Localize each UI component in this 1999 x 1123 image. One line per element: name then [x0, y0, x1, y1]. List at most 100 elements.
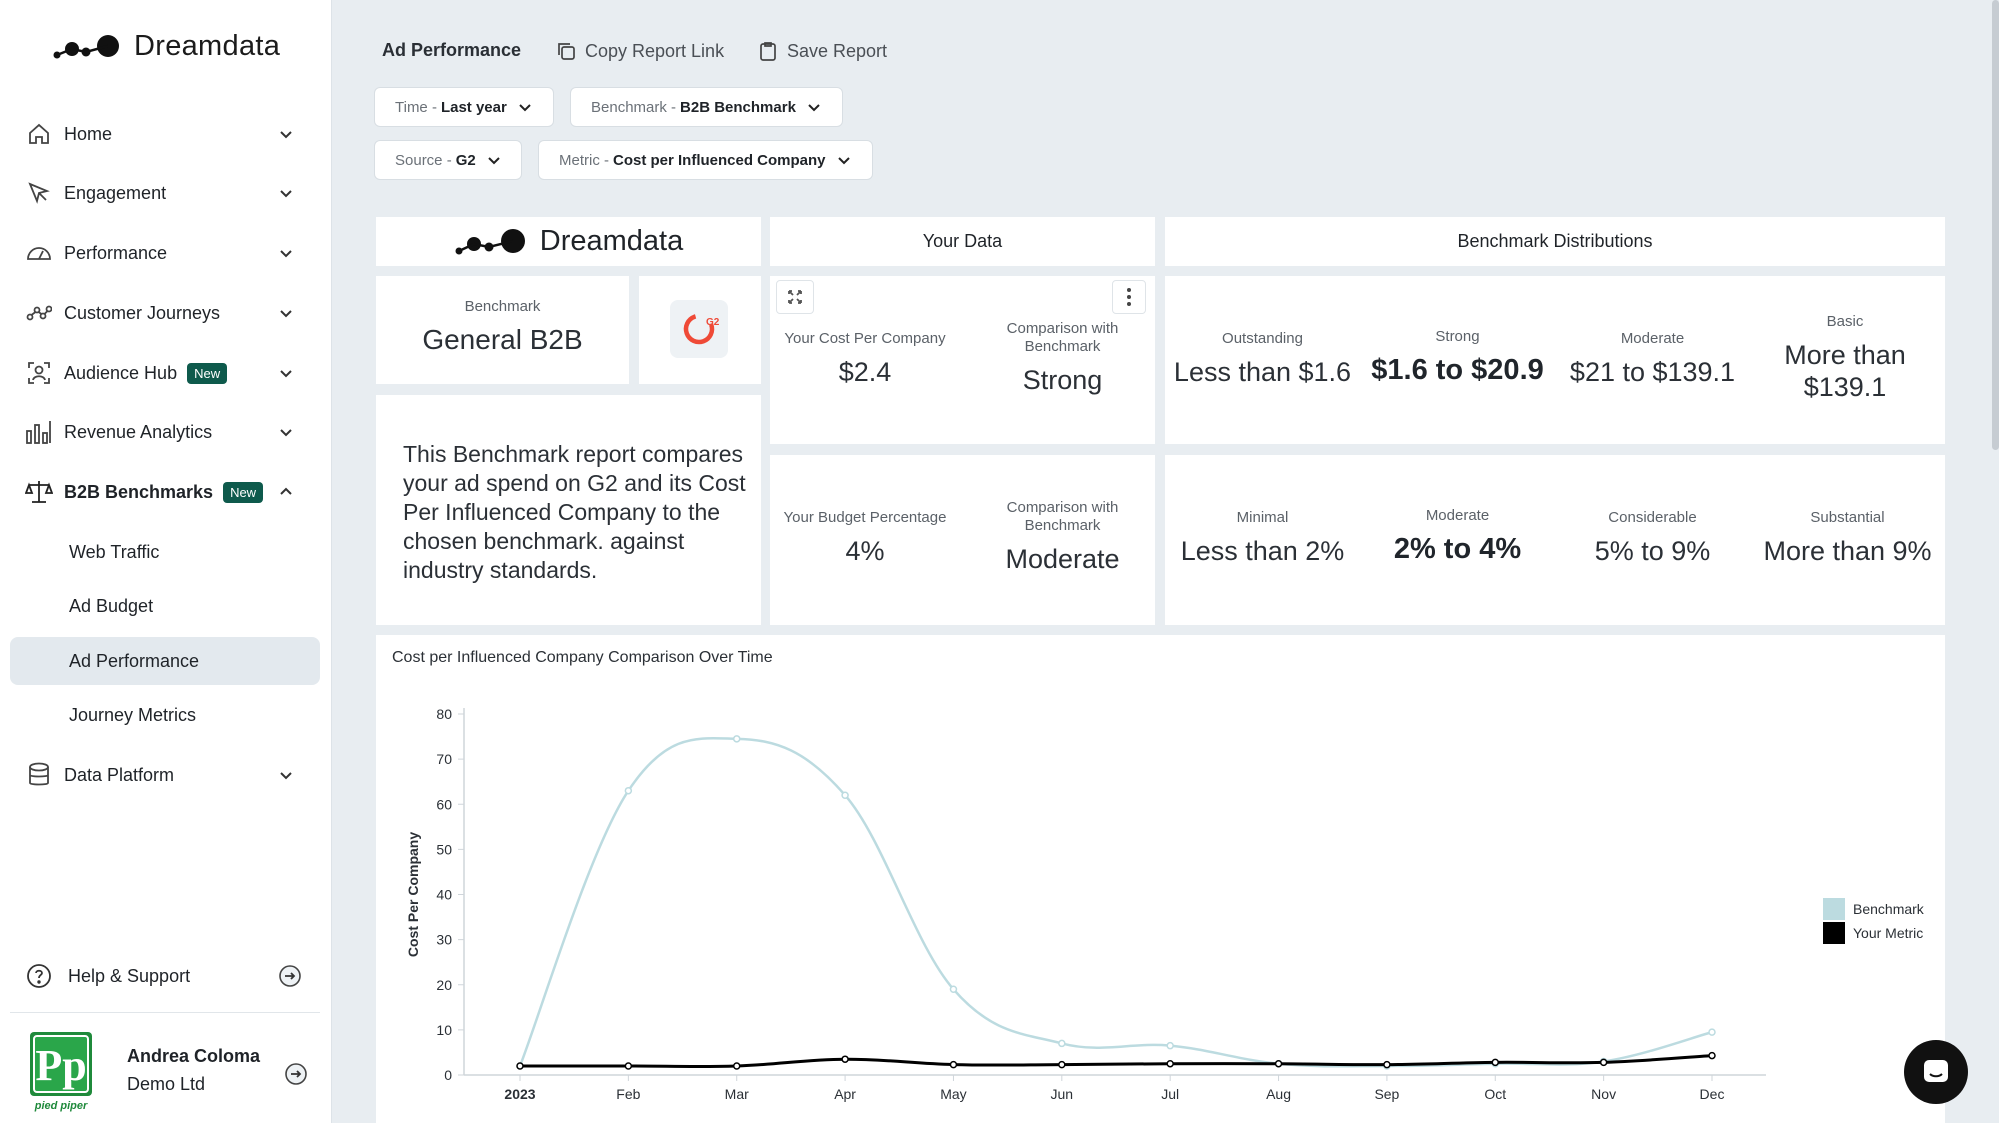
- legend-item-benchmark[interactable]: Benchmark: [1823, 898, 1924, 920]
- benchmark-filter[interactable]: Benchmark - B2B Benchmark: [570, 87, 843, 127]
- chart-panel: Cost per Influenced Company Comparison O…: [376, 635, 1945, 1123]
- x-tick-label: Sep: [1374, 1086, 1399, 1102]
- dreamdata-logo-icon: [53, 34, 119, 58]
- x-tick-label: Jun: [1051, 1086, 1074, 1102]
- data-point-your-metric: [516, 1062, 524, 1070]
- source-filter[interactable]: Source - G2: [374, 140, 522, 180]
- budget-comparison-label: Comparison with Benchmark: [1006, 499, 1119, 534]
- y-tick-label: 70: [436, 751, 452, 767]
- new-badge: New: [223, 481, 264, 503]
- benchmark-distributions-header: Benchmark Distributions: [1165, 217, 1945, 266]
- copy-icon: [558, 43, 575, 60]
- sidebar-item-performance[interactable]: Performance: [24, 231, 312, 275]
- chevron-up-icon: [280, 487, 292, 495]
- svg-text:pied piper: pied piper: [34, 1100, 88, 1112]
- sidebar-item-label: Performance: [64, 242, 168, 263]
- sidebar-item-revenue-analytics[interactable]: Revenue Analytics: [24, 410, 312, 454]
- budget-comparison-value: Moderate: [1005, 544, 1120, 574]
- scrollbar-thumb[interactable]: [1992, 0, 1999, 450]
- audience-icon: [24, 358, 54, 388]
- metric-filter[interactable]: Metric - Cost per Influenced Company: [538, 140, 873, 180]
- sidebar-item-label: Data Platform: [64, 764, 175, 785]
- data-point-benchmark: [949, 985, 958, 994]
- sidebar-item-data-platform[interactable]: Data Platform: [24, 753, 312, 797]
- more-options-button[interactable]: [1112, 280, 1146, 314]
- report-logo-panel: Dreamdata: [376, 217, 761, 266]
- copy-report-link-button[interactable]: Copy Report Link: [555, 40, 724, 62]
- sidebar-item-label: Audience Hub: [64, 362, 178, 383]
- x-tick-label: Feb: [616, 1086, 640, 1102]
- time-filter[interactable]: Time - Last year: [374, 87, 554, 127]
- sidebar-item-label: Customer Journeys: [64, 302, 221, 323]
- expand-icon: [788, 290, 802, 304]
- data-point-your-metric: [1383, 1060, 1391, 1069]
- legend-item-your-metric[interactable]: Your Metric: [1823, 922, 1923, 944]
- data-point-your-metric: [1058, 1060, 1066, 1069]
- copy-report-link-label: Copy Report Link: [585, 40, 725, 61]
- sidebar-subitem-ad-performance[interactable]: Ad Performance: [10, 637, 320, 685]
- filter-value: G2: [455, 151, 476, 169]
- your-data-header: Your Data: [770, 217, 1155, 266]
- distribution-label: Moderate: [1425, 507, 1490, 524]
- sidebar-item-engagement[interactable]: Engagement: [24, 171, 312, 215]
- help-support-link[interactable]: Help & Support: [24, 954, 312, 998]
- benchmark-value: General B2B: [422, 324, 583, 355]
- data-point-benchmark: [841, 791, 849, 799]
- arrow-right-circle-icon[interactable]: [284, 1062, 308, 1086]
- your-cost-value: $2.4: [838, 357, 892, 387]
- cost-comparison-value: Strong: [1022, 365, 1103, 395]
- cost-distribution-card: Outstanding Less than $1.6 Strong $1.6 t…: [1165, 276, 1945, 444]
- user-org: Demo Ltd: [127, 1074, 206, 1094]
- sidebar-item-label: B2B Benchmarks: [64, 481, 214, 502]
- filter-prefix: Source -: [395, 151, 452, 169]
- cursor-icon: [24, 178, 54, 208]
- avatar: Pp pied piper: [30, 1032, 92, 1112]
- filter-value: Cost per Influenced Company: [613, 151, 826, 169]
- series-line-benchmark: [518, 737, 1713, 1068]
- x-tick-label: Mar: [725, 1086, 749, 1102]
- distribution-value: 5% to 9%: [1594, 536, 1711, 566]
- help-support-label: Help & Support: [68, 965, 191, 986]
- brand-name: Dreamdata: [134, 30, 281, 62]
- page-title: Ad Performance: [382, 40, 522, 60]
- chat-icon: [1924, 1060, 1948, 1082]
- sidebar-item-audience-hub[interactable]: Audience Hub New: [24, 351, 312, 395]
- y-tick-label: 10: [436, 1022, 452, 1038]
- distribution-label: Outstanding: [1222, 330, 1303, 347]
- arrow-right-circle-icon: [279, 965, 301, 987]
- distribution-value: $21 to $139.1: [1569, 357, 1736, 387]
- sidebar-item-customer-journeys[interactable]: Customer Journeys: [24, 291, 312, 335]
- y-tick-label: 30: [436, 932, 452, 948]
- data-point-your-metric: [1708, 1051, 1716, 1060]
- data-point-your-metric: [732, 1062, 741, 1070]
- data-point-benchmark: [624, 786, 633, 795]
- sidebar-item-b2b-benchmarks[interactable]: B2B Benchmarks New: [24, 470, 312, 514]
- x-tick-label: 2023: [504, 1086, 535, 1102]
- dreamdata-logo[interactable]: Dreamdata: [52, 30, 280, 63]
- sidebar-subitem-ad-budget[interactable]: Ad Budget: [10, 582, 320, 630]
- save-report-button[interactable]: Save Report: [757, 40, 887, 62]
- sidebar-item-label: Revenue Analytics: [64, 421, 213, 442]
- user-profile[interactable]: Pp pied piper Andrea Coloma Demo Ltd: [26, 1030, 316, 1112]
- y-tick-label: 20: [436, 977, 452, 993]
- filter-value: B2B Benchmark: [680, 98, 796, 116]
- benchmark-label: Benchmark: [464, 298, 541, 315]
- chevron-down-icon: [280, 131, 292, 139]
- expand-button[interactable]: [776, 280, 814, 314]
- data-point-benchmark: [1166, 1041, 1174, 1050]
- g2-logo-icon: G2: [670, 300, 728, 358]
- sidebar-subitem-web-traffic[interactable]: Web Traffic: [10, 528, 320, 576]
- benchmark-card: Benchmark General B2B: [376, 276, 629, 384]
- sidebar-subitem-journey-metrics[interactable]: Journey Metrics: [10, 691, 320, 739]
- chevron-down-icon: [280, 190, 292, 198]
- y-tick-label: 50: [436, 841, 452, 857]
- chat-launcher-button[interactable]: [1904, 1040, 1968, 1104]
- new-badge: New: [187, 362, 228, 384]
- chevron-down-icon: [280, 429, 292, 437]
- budget-distribution-card: Minimal Less than 2% Moderate 2% to 4% C…: [1165, 455, 1945, 625]
- report-brand-name: Dreamdata: [539, 225, 684, 257]
- y-tick-label: 40: [436, 887, 452, 903]
- your-budget-value: 4%: [845, 536, 885, 566]
- save-report-label: Save Report: [787, 40, 888, 61]
- sidebar-item-home[interactable]: Home: [24, 112, 312, 156]
